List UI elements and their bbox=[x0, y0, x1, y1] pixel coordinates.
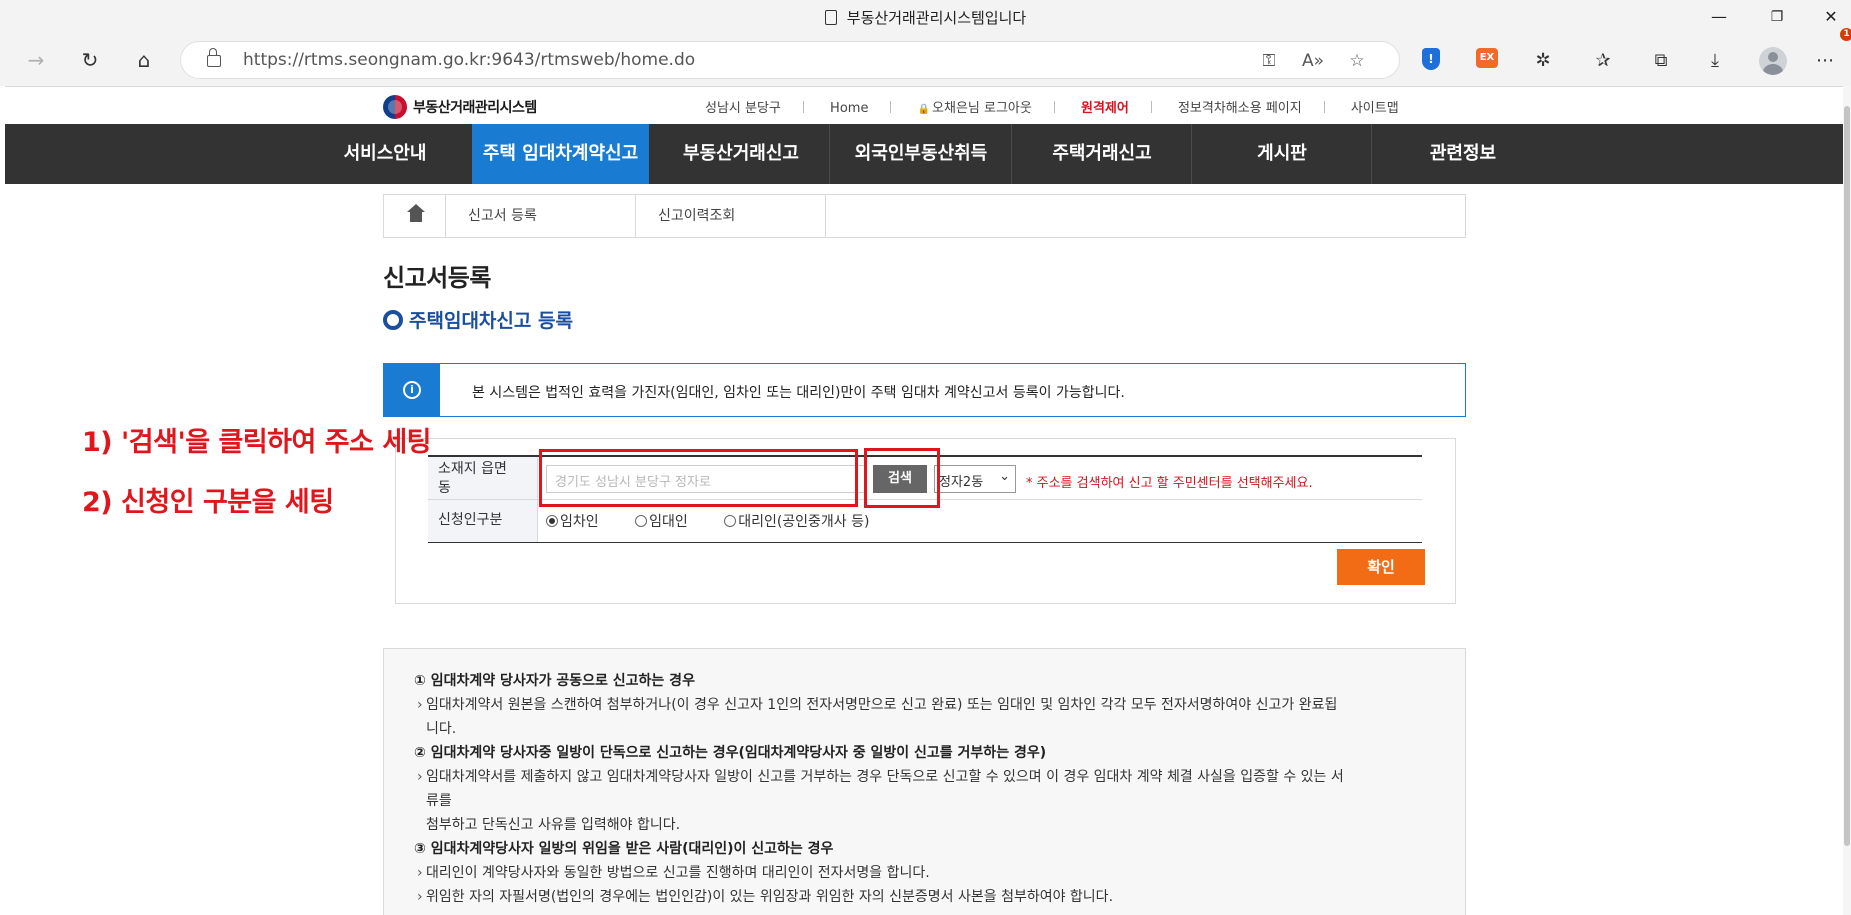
guide-line: 임대차계약서 원본을 스캔하여 첨부하거나(이 경우 신고자 1인의 전자서명만… bbox=[414, 693, 1449, 717]
favorites-star-icon: ✰ bbox=[1595, 50, 1611, 71]
nav-real-estate-report[interactable]: 부동산거래신고 bbox=[653, 124, 829, 184]
scrollbar-thumb[interactable] bbox=[1844, 106, 1850, 846]
favorites-button[interactable]: ✰ bbox=[1590, 48, 1616, 74]
extensions-button[interactable]: ✲ bbox=[1530, 48, 1556, 74]
radio-agent[interactable]: 대리인(공인중개사 등) bbox=[724, 511, 869, 531]
section-title: 주택임대차신고 등록 bbox=[383, 306, 573, 333]
browser-title-bar: 부동산거래관리시스템입니다 — ❐ ✕ bbox=[0, 0, 1851, 34]
logout-link[interactable]: 🔒 오채은님 로그아웃 bbox=[918, 97, 1032, 116]
collections-button[interactable]: ⧉ bbox=[1648, 48, 1674, 74]
lock-icon bbox=[207, 48, 221, 67]
annotation-highlight-search bbox=[864, 448, 940, 508]
extension-shield[interactable]: ! bbox=[1422, 48, 1448, 74]
minimize-button[interactable]: — bbox=[1699, 4, 1739, 30]
sitemap-link[interactable]: 사이트맵 bbox=[1351, 97, 1399, 116]
nav-related-info[interactable]: 관련정보 bbox=[1373, 124, 1553, 184]
sub-tabs: 신고서 등록 신고이력조회 bbox=[383, 194, 1466, 238]
tab-report-history[interactable]: 신고이력조회 bbox=[636, 195, 826, 237]
guide-line: 류를 bbox=[426, 793, 452, 809]
radio-unchecked-icon bbox=[724, 515, 737, 527]
site-logo[interactable]: 부동산거래관리시스템 bbox=[383, 95, 537, 119]
profile-avatar[interactable] bbox=[1759, 47, 1787, 75]
government-emblem-icon bbox=[383, 95, 407, 119]
radio-checked-icon bbox=[546, 515, 558, 527]
key-icon[interactable]: ⚿ bbox=[1257, 51, 1281, 71]
collections-icon: ⧉ bbox=[1654, 50, 1668, 71]
address-bar[interactable]: https://rtms.seongnam.go.kr:9643/rtmsweb… bbox=[180, 41, 1400, 79]
puzzle-icon: ✲ bbox=[1535, 50, 1551, 71]
district-label: 성남시 분당구 bbox=[705, 101, 781, 116]
page-document-icon bbox=[824, 10, 837, 25]
breadcrumb-home[interactable] bbox=[384, 195, 446, 237]
ex-extension-icon: EX bbox=[1476, 48, 1498, 68]
home-button[interactable]: ⌂ bbox=[126, 42, 162, 78]
download-icon: ⤓ bbox=[1711, 50, 1719, 71]
page-title: 신고서등록 bbox=[383, 264, 491, 292]
utility-links: 성남시 분당구 Home 🔒 오채은님 로그아웃 원격제어 정보격차해소용 페이지… bbox=[705, 97, 1399, 116]
restore-button[interactable]: ❐ bbox=[1757, 4, 1797, 30]
notice-box: i 본 시스템은 법적인 효력을 가진자(임대인, 임차인 또는 대리인)만이 … bbox=[383, 363, 1466, 417]
guide-line: 첨부하고 단독신고 사유를 입력해야 합니다. bbox=[426, 817, 681, 833]
guide-line: 위임한 자의 자필서명(법인의 경우에는 법인인감)이 있는 위임장과 위임한 … bbox=[414, 885, 1449, 909]
home-link[interactable]: Home bbox=[830, 101, 868, 116]
applicant-radio-group: 임차인 임대인 대리인(공인중개사 등) bbox=[546, 511, 901, 531]
annotation-step-2: 2) 신청인 구분을 세팅 bbox=[82, 487, 334, 518]
info-icon: i bbox=[403, 381, 421, 399]
refresh-button[interactable]: ↻ bbox=[72, 42, 108, 78]
close-window-button[interactable]: ✕ bbox=[1811, 4, 1851, 30]
guide-line: 임대차계약서를 제출하지 않고 임대차계약당사자 일방이 신고를 거부하는 경우… bbox=[414, 765, 1449, 789]
shield-icon: ! bbox=[1422, 48, 1440, 70]
nav-board[interactable]: 게시판 bbox=[1193, 124, 1371, 184]
guide-heading-2: ② 임대차계약 당사자중 일방이 단독으로 신고하는 경우(임대차계약당사자 중… bbox=[414, 745, 1047, 761]
radio-unchecked-icon bbox=[635, 515, 648, 527]
radio-lessor[interactable]: 임대인 bbox=[635, 511, 688, 531]
lock-icon: 🔒 bbox=[917, 104, 931, 115]
main-navigation: 서비스안내 주택 임대차계약신고 부동산거래신고 외국인부동산취득 주택거래신고… bbox=[5, 124, 1843, 184]
notice-message: 본 시스템은 법적인 효력을 가진자(임대인, 임차인 또는 대리인)만이 주택… bbox=[472, 385, 1125, 401]
applicant-label: 신청인구분 bbox=[428, 500, 538, 542]
page-scrollbar[interactable] bbox=[1843, 86, 1851, 915]
notification-badge: 1 bbox=[1840, 28, 1851, 41]
radio-lessee[interactable]: 임차인 bbox=[546, 511, 599, 531]
annotation-step-1: 1) '검색'을 클릭하여 주소 세팅 bbox=[82, 427, 432, 458]
extension-ex[interactable]: EX bbox=[1476, 48, 1502, 74]
guide-heading-3: ③ 임대차계약당사자 일방의 위임을 받은 사람(대리인)이 신고하는 경우 bbox=[414, 841, 834, 857]
chevron-down-icon: ⌄ bbox=[999, 469, 1010, 484]
refresh-icon: ↻ bbox=[81, 48, 99, 72]
home-icon bbox=[407, 204, 425, 224]
address-label: 소재지 읍면 동 bbox=[428, 457, 538, 499]
house-icon: ⌂ bbox=[137, 48, 151, 72]
annotation-highlight-address bbox=[539, 449, 858, 507]
dong-select[interactable]: 정자2동 ⌄ bbox=[934, 465, 1016, 493]
window-title: 부동산거래관리시스템입니다 bbox=[0, 7, 1851, 28]
more-dots-icon: ⋯ bbox=[1816, 50, 1834, 71]
remote-control-link[interactable]: 원격제어 bbox=[1081, 97, 1129, 116]
address-hint: * 주소를 검색하여 신고 할 주민센터를 선택해주세요. bbox=[1026, 476, 1313, 491]
url-text[interactable]: https://rtms.seongnam.go.kr:9643/rtmsweb… bbox=[243, 50, 695, 70]
nav-service-guide[interactable]: 서비스안내 bbox=[303, 124, 467, 184]
guide-line: 대리인이 계약당사자와 동일한 방법으로 신고를 진행하며 대리인이 전자서명을… bbox=[414, 861, 1449, 885]
tab-report-register[interactable]: 신고서 등록 bbox=[446, 195, 636, 237]
arrow-right-icon: → bbox=[27, 48, 45, 72]
confirm-button[interactable]: 확인 bbox=[1337, 549, 1425, 585]
utility-bar: 부동산거래관리시스템 성남시 분당구 Home 🔒 오채은님 로그아웃 원격제어 … bbox=[5, 86, 1843, 124]
nav-housing-lease-report[interactable]: 주택 임대차계약신고 bbox=[472, 124, 649, 184]
add-favorite-icon[interactable]: ☆ bbox=[1345, 51, 1369, 71]
read-aloud-icon[interactable]: A» bbox=[1301, 51, 1325, 71]
accessibility-page-link[interactable]: 정보격차해소용 페이지 bbox=[1178, 97, 1302, 116]
nav-foreigner-acquisition[interactable]: 외국인부동산취득 bbox=[831, 124, 1011, 184]
downloads-button[interactable]: ⤓ bbox=[1702, 48, 1728, 74]
browser-toolbar: → ↻ ⌂ https://rtms.seongnam.go.kr:9643/r… bbox=[0, 28, 1851, 86]
guide-line: 니다. bbox=[426, 721, 457, 737]
nav-housing-transaction[interactable]: 주택거래신고 bbox=[1013, 124, 1191, 184]
guide-heading-1: ① 임대차계약 당사자가 공동으로 신고하는 경우 bbox=[414, 673, 695, 689]
settings-menu-button[interactable]: ⋯ bbox=[1812, 48, 1838, 74]
guide-box: ① 임대차계약 당사자가 공동으로 신고하는 경우 임대차계약서 원본을 스캔하… bbox=[383, 648, 1466, 915]
forward-button[interactable]: → bbox=[18, 42, 54, 78]
circle-bullet-icon bbox=[383, 309, 403, 330]
